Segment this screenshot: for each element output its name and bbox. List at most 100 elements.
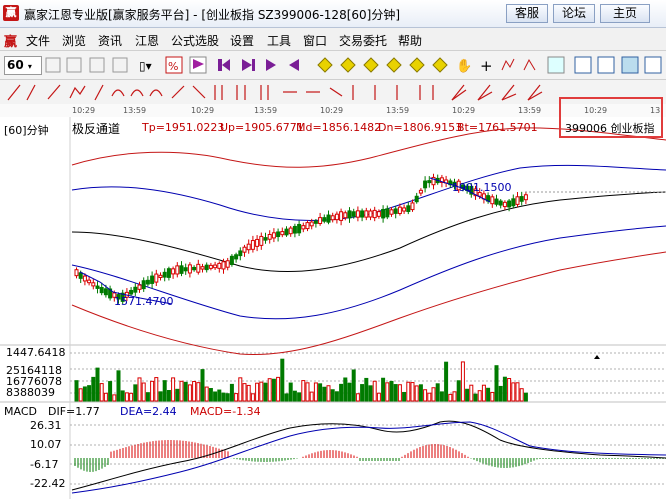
- home-button[interactable]: 主页: [600, 4, 650, 23]
- volume-bar: [91, 376, 96, 402]
- volume-bar: [486, 387, 491, 402]
- percent-icon: %: [165, 56, 183, 74]
- candle: [229, 255, 234, 265]
- volume-bar: [322, 386, 327, 402]
- volume-bar: [116, 370, 121, 402]
- volume-bar: [364, 377, 369, 402]
- volume-bar: [95, 367, 100, 402]
- volume-bar: [137, 377, 142, 402]
- window-title: 赢家江恩专业版[赢家服务平台] - [创业板指 SZ399006-128[60]…: [24, 8, 401, 22]
- candle: [490, 196, 495, 205]
- volume-bar: [145, 392, 150, 402]
- up-value: Up=1905.6771: [220, 121, 304, 134]
- volume-bar: [481, 384, 486, 402]
- candle: [418, 189, 423, 194]
- volume-bar: [414, 385, 419, 402]
- candle: [246, 243, 251, 251]
- volume-bar: [276, 376, 281, 402]
- candle: [271, 232, 276, 239]
- candle: [318, 217, 323, 224]
- candle: [82, 275, 87, 282]
- candle: [385, 208, 390, 218]
- volume-bar: [141, 382, 146, 402]
- candle: [360, 210, 365, 218]
- volume-bar: [288, 382, 293, 402]
- candle: [313, 220, 318, 224]
- ruler-time: 10:29: [320, 106, 344, 115]
- volume-bars: [74, 358, 528, 402]
- volume-bar: [162, 380, 167, 402]
- volume-bar: [418, 384, 423, 402]
- volume-bar: [381, 377, 386, 402]
- candle: [91, 282, 96, 287]
- menu-settings[interactable]: 设置: [230, 32, 254, 49]
- menu-file[interactable]: 文件: [26, 32, 50, 49]
- volume-bar: [166, 390, 171, 402]
- volume-bar: [82, 386, 87, 402]
- menu-trade[interactable]: 交易委托: [339, 32, 387, 49]
- candle: [95, 285, 100, 289]
- candle: [217, 262, 222, 269]
- candle: [284, 228, 289, 236]
- menu-browse[interactable]: 浏览: [62, 32, 86, 49]
- dif-value: DIF=1.77: [48, 405, 100, 418]
- macd-axis-label: -22.42: [30, 477, 66, 490]
- dea-value: DEA=2.44: [120, 405, 177, 418]
- menu-help[interactable]: 帮助: [398, 32, 422, 49]
- candle: [137, 284, 142, 290]
- volume-bar: [292, 390, 297, 402]
- volume-bar: [452, 391, 457, 402]
- candle: [263, 237, 268, 241]
- candle: [347, 210, 352, 219]
- volume-bar: [217, 389, 222, 402]
- candle: [234, 254, 239, 260]
- menu-tools[interactable]: 工具: [267, 32, 291, 49]
- volume-bar: [204, 386, 209, 402]
- candle: [208, 264, 213, 269]
- main-toolbar: 60 ▾ ▯▾ % ✋ +: [0, 51, 666, 80]
- kline-chart[interactable]: 1901.1500 1571.4700: [0, 117, 666, 499]
- candle: [322, 217, 327, 222]
- volume-bar: [213, 391, 218, 402]
- svg-text:+: +: [480, 57, 493, 75]
- candle: [280, 231, 285, 236]
- volume-bar: [515, 382, 520, 402]
- volume-bar: [498, 385, 503, 402]
- volume-bar: [439, 391, 444, 402]
- candle: [507, 200, 512, 208]
- candle: [259, 235, 264, 246]
- volume-bar: [200, 369, 205, 402]
- macd-dif-line: [71, 420, 666, 491]
- candle: [297, 223, 302, 234]
- volume-bar: [187, 384, 192, 402]
- md-value: Md=1856.1482: [296, 121, 382, 134]
- candle: [414, 195, 419, 203]
- volume-axis-label: 8388039: [6, 386, 55, 399]
- candle: [309, 221, 314, 227]
- candle: [326, 214, 331, 223]
- volume-bar: [158, 391, 163, 402]
- bt-value: Bt=1761.5701: [457, 121, 538, 134]
- menu-logo-icon: 赢: [4, 35, 18, 50]
- volume-bar: [423, 389, 428, 402]
- candle: [133, 286, 138, 293]
- customer-service-button[interactable]: 客服: [506, 4, 548, 23]
- volume-bar: [74, 380, 79, 402]
- menu-news[interactable]: 资讯: [98, 32, 122, 49]
- marker-icon: [594, 355, 600, 359]
- volume-bar: [179, 380, 184, 402]
- volume-bar: [255, 382, 260, 402]
- menu-window[interactable]: 窗口: [303, 32, 327, 49]
- menu-formula-screening[interactable]: 公式选股: [171, 32, 219, 49]
- macd-dea-line: [71, 421, 666, 494]
- candle: [183, 267, 188, 272]
- volume-bar: [351, 369, 356, 402]
- macd-title: MACD: [4, 405, 37, 418]
- forum-button[interactable]: 论坛: [553, 4, 595, 23]
- candle: [410, 202, 415, 211]
- volume-bar: [347, 382, 352, 402]
- flag-icon: [189, 56, 207, 74]
- volume-bar: [183, 381, 188, 402]
- menu-gann[interactable]: 江恩: [135, 32, 159, 49]
- candle: [179, 265, 184, 274]
